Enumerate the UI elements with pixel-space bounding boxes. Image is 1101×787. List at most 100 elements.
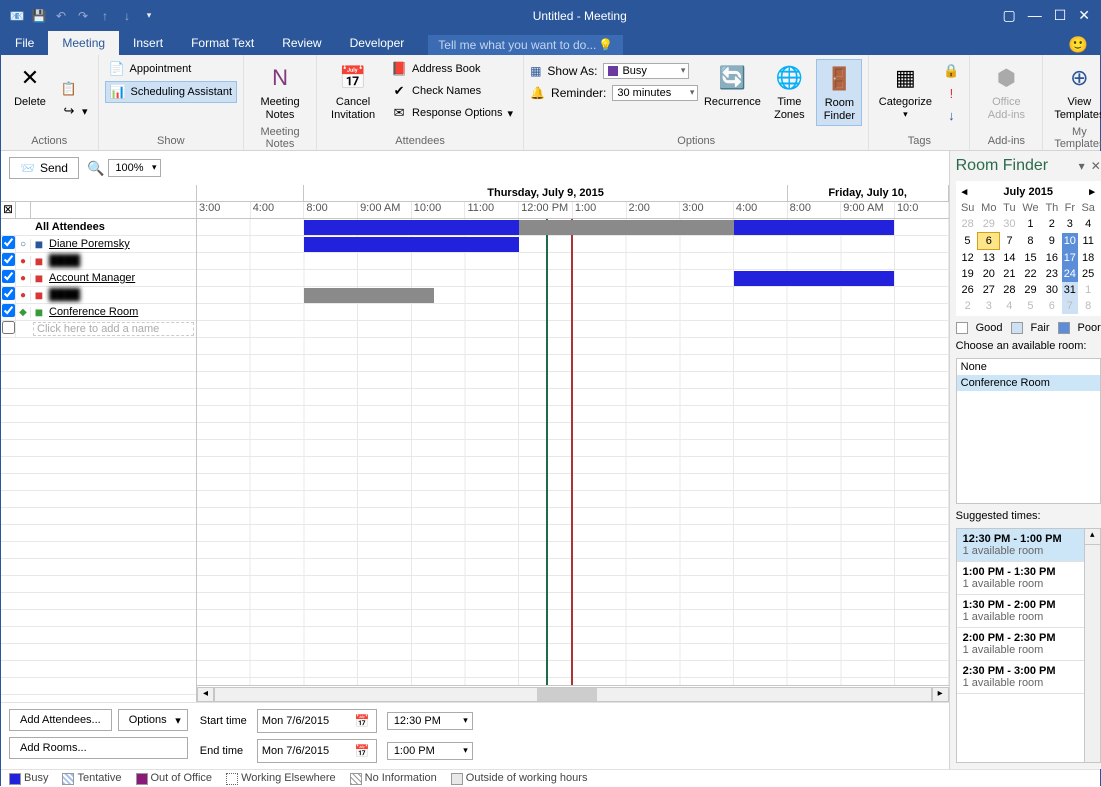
pane-close-icon[interactable]: ✕ xyxy=(1091,159,1101,173)
suggested-time-item[interactable]: 2:30 PM - 3:00 PM1 available room xyxy=(957,661,1084,694)
prev-icon[interactable]: ↑ xyxy=(97,8,113,24)
calendar-day[interactable]: 15 xyxy=(1019,250,1042,267)
delete-button[interactable]: ✕Delete xyxy=(7,59,53,112)
suggested-times-list[interactable]: 12:30 PM - 1:00 PM1 available room1:00 P… xyxy=(956,528,1101,763)
appointment-button[interactable]: 📄Appointment xyxy=(105,59,238,79)
calendar-day[interactable]: 23 xyxy=(1042,266,1061,282)
attendee-checkbox[interactable] xyxy=(2,270,15,283)
tab-insert[interactable]: Insert xyxy=(119,31,177,55)
suggested-time-item[interactable]: 12:30 PM - 1:00 PM1 available room xyxy=(957,529,1084,562)
check-names-button[interactable]: ✔Check Names xyxy=(387,81,517,101)
zoom-control[interactable]: 🔍100% xyxy=(87,159,161,177)
scheduling-assistant-button[interactable]: 📊Scheduling Assistant xyxy=(105,81,238,103)
calendar-day[interactable]: 12 xyxy=(958,250,978,267)
calendar-day[interactable]: 3 xyxy=(1062,216,1079,233)
time-zones-button[interactable]: 🌐Time Zones xyxy=(766,59,812,124)
calendar-day[interactable]: 6 xyxy=(1042,298,1061,314)
calendar-day[interactable]: 6 xyxy=(978,233,1000,250)
calendar-day[interactable]: 13 xyxy=(978,250,1000,267)
scroll-left-icon[interactable]: ◂ xyxy=(197,687,214,702)
tellme-search[interactable]: Tell me what you want to do...💡 xyxy=(428,35,623,55)
tab-file[interactable]: File xyxy=(1,31,48,55)
calendar-day[interactable]: 2 xyxy=(958,298,978,314)
calendar-day[interactable]: 4 xyxy=(1078,216,1098,233)
tab-developer[interactable]: Developer xyxy=(336,31,419,55)
undo-icon[interactable]: ↶ xyxy=(53,8,69,24)
prev-month-icon[interactable]: ◂ xyxy=(962,185,968,198)
address-book-button[interactable]: 📕Address Book xyxy=(387,59,517,79)
end-date-input[interactable]: Mon 7/6/2015📅 xyxy=(257,739,377,763)
room-list-item[interactable]: None xyxy=(957,359,1100,375)
calendar-day[interactable]: 8 xyxy=(1019,233,1042,250)
tab-review[interactable]: Review xyxy=(268,31,335,55)
attendee-options-icon[interactable]: ⊠ xyxy=(1,202,16,218)
horizontal-scrollbar[interactable]: ◂ ▸ xyxy=(197,685,949,702)
calendar-day[interactable]: 25 xyxy=(1078,266,1098,282)
calendar-day[interactable]: 7 xyxy=(1000,233,1019,250)
calendar-day[interactable]: 1 xyxy=(1078,282,1098,298)
calendar-day[interactable]: 27 xyxy=(978,282,1000,298)
calendar-day[interactable]: 29 xyxy=(978,216,1000,233)
view-templates-button[interactable]: ⊕View Templates xyxy=(1049,59,1101,124)
calendar-day[interactable]: 16 xyxy=(1042,250,1061,267)
attendee-row[interactable]: ●■████ xyxy=(1,253,196,270)
attendee-checkbox[interactable] xyxy=(2,253,15,266)
calendar-day[interactable]: 7 xyxy=(1062,298,1079,314)
low-importance-button[interactable]: ↓ xyxy=(939,105,963,125)
high-importance-button[interactable]: ! xyxy=(939,83,963,103)
showas-dropdown[interactable]: Busy xyxy=(603,63,689,79)
save-icon[interactable]: 💾 xyxy=(31,8,47,24)
maximize-icon[interactable]: ☐ xyxy=(1054,7,1067,24)
suggested-time-item[interactable]: 1:00 PM - 1:30 PM1 available room xyxy=(957,562,1084,595)
private-button[interactable]: 🔒 xyxy=(939,61,963,81)
reminder-dropdown[interactable]: 30 minutes xyxy=(612,85,698,101)
room-list[interactable]: NoneConference Room xyxy=(956,358,1101,504)
add-attendee-checkbox[interactable] xyxy=(2,321,15,334)
meeting-notes-button[interactable]: NMeeting Notes xyxy=(250,59,310,124)
response-options-button[interactable]: ✉Response Options ▾ xyxy=(387,103,517,123)
forward-button[interactable]: ↪▾ xyxy=(57,101,92,121)
calendar-day[interactable]: 4 xyxy=(1000,298,1019,314)
calendar-day[interactable]: 26 xyxy=(958,282,978,298)
calendar-day[interactable]: 30 xyxy=(1042,282,1061,298)
suggested-time-item[interactable]: 2:00 PM - 2:30 PM1 available room xyxy=(957,628,1084,661)
office-addins-button[interactable]: ⬢Office Add-ins xyxy=(976,59,1036,124)
qat-dropdown-icon[interactable]: ▾ xyxy=(141,8,157,24)
add-attendee-row[interactable]: Click here to add a name xyxy=(1,321,196,338)
minimize-icon[interactable]: — xyxy=(1028,7,1042,24)
calendar-day[interactable]: 8 xyxy=(1078,298,1098,314)
time-grid[interactable]: Thursday, July 9, 2015 Friday, July 10, … xyxy=(197,185,949,702)
calendar-day[interactable]: 11 xyxy=(1078,233,1098,250)
calendar-day[interactable]: 31 xyxy=(1062,282,1079,298)
calendar-day[interactable]: 29 xyxy=(1019,282,1042,298)
send-button[interactable]: 📨Send xyxy=(9,157,79,179)
attendee-row[interactable]: ◆■Conference Room xyxy=(1,304,196,321)
calendar-day[interactable]: 10 xyxy=(1062,233,1079,250)
attendee-row[interactable]: ●■████ xyxy=(1,287,196,304)
add-attendees-button[interactable]: Add Attendees... xyxy=(9,709,112,731)
calendar-day[interactable]: 3 xyxy=(978,298,1000,314)
end-hour-input[interactable]: 1:00 PM xyxy=(387,742,473,760)
start-hour-input[interactable]: 12:30 PM xyxy=(387,712,473,730)
next-icon[interactable]: ↓ xyxy=(119,8,135,24)
calendar-day[interactable]: 5 xyxy=(1019,298,1042,314)
pane-dropdown-icon[interactable]: ▾ xyxy=(1079,159,1085,173)
scroll-thumb[interactable] xyxy=(537,688,597,701)
attendee-checkbox[interactable] xyxy=(2,287,15,300)
calendar-day[interactable]: 20 xyxy=(978,266,1000,282)
calendar-day[interactable]: 22 xyxy=(1019,266,1042,282)
calendar-icon[interactable]: 📅 xyxy=(353,742,372,760)
calendar-day[interactable]: 17 xyxy=(1062,250,1079,267)
calendar-icon[interactable]: 📅 xyxy=(353,712,372,730)
categorize-button[interactable]: ▦Categorize▾ xyxy=(875,59,935,122)
attendee-checkbox[interactable] xyxy=(2,304,15,317)
suggested-scrollbar[interactable]: ▴ xyxy=(1084,529,1100,762)
calendar-day[interactable]: 28 xyxy=(1000,282,1019,298)
calendar-day[interactable]: 18 xyxy=(1078,250,1098,267)
suggested-time-item[interactable]: 1:30 PM - 2:00 PM1 available room xyxy=(957,595,1084,628)
options-button[interactable]: Options xyxy=(118,709,188,731)
calendar-day[interactable]: 5 xyxy=(958,233,978,250)
attendee-row[interactable]: ●■Account Manager xyxy=(1,270,196,287)
recurrence-button[interactable]: 🔄Recurrence xyxy=(702,59,762,112)
room-finder-button[interactable]: 🚪Room Finder xyxy=(816,59,862,126)
